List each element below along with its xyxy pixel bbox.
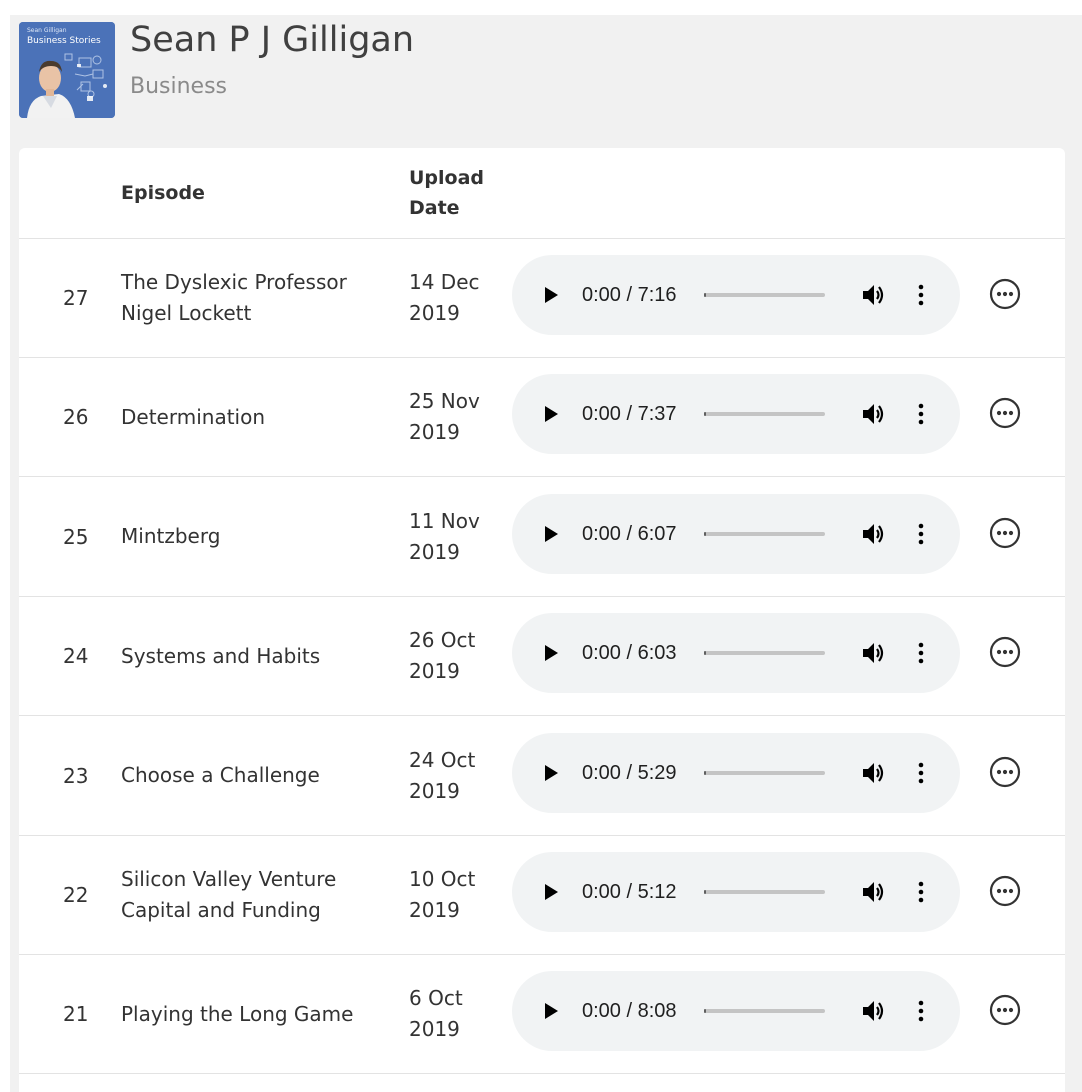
audio-player: 0:00 / 7:37: [512, 374, 960, 455]
episode-number: 22: [63, 883, 89, 907]
play-icon[interactable]: [545, 764, 558, 781]
table-row: 25 Mintzberg 11 Nov 2019 0:00 / 6:07: [19, 478, 1065, 597]
play-icon[interactable]: [545, 287, 558, 303]
seek-bar[interactable]: [704, 293, 825, 297]
seek-bar[interactable]: [704, 770, 825, 775]
more-options-icon[interactable]: [989, 636, 1021, 668]
podcast-cover-art: Sean Gilligan Business Stories: [19, 22, 115, 118]
table-row: 24 Systems and Habits 26 Oct 2019 0:00 /…: [19, 597, 1065, 717]
seek-bar-progress: [704, 293, 706, 297]
table-row: 23 Choose a Challenge 24 Oct 2019 0:00 /…: [19, 717, 1065, 836]
play-icon[interactable]: [545, 406, 558, 423]
playback-time: 0:00 / 7:16: [582, 284, 677, 306]
playback-time: 0:00 / 6:07: [582, 522, 677, 545]
playback-time: 0:00 / 5:29: [582, 761, 677, 784]
upload-date-column-header: Upload Date: [409, 167, 485, 219]
audio-player: 0:00 / 5:29: [512, 732, 960, 813]
volume-icon[interactable]: [860, 521, 886, 547]
table-header-row: Episode Upload Date: [19, 148, 1065, 239]
episode-title: Determination: [121, 404, 266, 429]
table-row: 22 Silicon Valley Venture Capital and Fu…: [19, 836, 1065, 955]
audio-player: 0:00 / 6:07: [512, 493, 960, 574]
seek-bar-progress: [704, 412, 706, 417]
more-options-icon[interactable]: [989, 397, 1021, 429]
volume-icon[interactable]: [860, 640, 886, 666]
episode-title: Mintzberg: [121, 524, 221, 549]
episode-number: 26: [63, 405, 89, 430]
kebab-menu-icon[interactable]: [913, 521, 929, 547]
table-row: 27 The Dyslexic Professor Nigel Lockett …: [19, 239, 1065, 358]
audio-player: 0:00 / 6:03: [512, 613, 960, 694]
playback-time: 0:00 / 8:08: [582, 1000, 677, 1023]
episode-number: 21: [63, 1002, 89, 1027]
playback-time: 0:00 / 7:37: [582, 403, 677, 426]
episode-title: Choose a Challenge: [121, 763, 320, 788]
seek-bar[interactable]: [704, 890, 825, 894]
table-row: 26 Determination 25 Nov 2019 0:00 / 7:37: [19, 358, 1065, 478]
seek-bar[interactable]: [704, 531, 825, 536]
episode-title: Systems and Habits: [121, 643, 321, 668]
table-row: 21 Playing the Long Game 6 Oct 2019 0:00…: [19, 955, 1065, 1075]
seek-bar[interactable]: [704, 412, 825, 417]
kebab-menu-icon[interactable]: [913, 879, 929, 905]
podcast-title: Sean P J Gilligan: [130, 20, 415, 60]
seek-bar[interactable]: [704, 651, 825, 656]
more-options-icon[interactable]: [989, 994, 1021, 1026]
kebab-menu-icon[interactable]: [913, 401, 929, 427]
seek-bar-progress: [704, 531, 706, 536]
volume-icon[interactable]: [860, 401, 886, 427]
cover-author-text: Sean Gilligan: [27, 27, 67, 34]
episode-upload-date: 26 Oct 2019: [409, 628, 476, 684]
play-icon[interactable]: [545, 1003, 558, 1020]
episode-number: 23: [63, 763, 89, 788]
kebab-menu-icon[interactable]: [913, 998, 929, 1024]
podcast-category: Business: [130, 74, 228, 99]
kebab-menu-icon[interactable]: [913, 282, 929, 308]
seek-bar-progress: [704, 770, 706, 775]
episode-upload-date: 6 Oct 2019: [409, 986, 463, 1042]
episode-table: Episode Upload Date 27 The Dyslexic Prof…: [19, 148, 1065, 1092]
episode-upload-date: 14 Dec 2019: [409, 270, 480, 325]
seek-bar-progress: [704, 890, 706, 894]
kebab-menu-icon[interactable]: [913, 640, 929, 666]
volume-icon[interactable]: [860, 879, 886, 905]
volume-icon[interactable]: [860, 282, 886, 308]
playback-time: 0:00 / 5:12: [582, 881, 677, 903]
volume-icon[interactable]: [860, 998, 886, 1024]
audio-player: 0:00 / 5:12: [512, 852, 960, 932]
episode-title: The Dyslexic Professor Nigel Lockett: [121, 270, 347, 325]
episode-upload-date: 11 Nov 2019: [409, 508, 480, 564]
more-options-icon[interactable]: [989, 756, 1021, 788]
episode-number: 27: [63, 286, 89, 310]
audio-player: 0:00 / 8:08: [512, 971, 960, 1052]
more-options-icon[interactable]: [989, 875, 1021, 907]
episode-number: 25: [63, 524, 89, 549]
audio-player: 0:00 / 7:16: [512, 255, 960, 335]
play-icon[interactable]: [545, 645, 558, 662]
episode-title: Playing the Long Game: [121, 1001, 354, 1026]
play-icon[interactable]: [545, 525, 558, 542]
seek-bar-progress: [704, 1009, 706, 1014]
more-options-icon[interactable]: [989, 278, 1021, 310]
cover-show-text: Business Stories: [27, 36, 101, 46]
episode-column-header: Episode: [121, 182, 205, 204]
episode-upload-date: 10 Oct 2019: [409, 867, 476, 922]
episode-upload-date: 24 Oct 2019: [409, 747, 476, 803]
seek-bar[interactable]: [704, 1009, 825, 1014]
playback-time: 0:00 / 6:03: [582, 642, 677, 665]
episode-number: 24: [63, 644, 89, 669]
seek-bar-progress: [704, 651, 706, 656]
episode-title: Silicon Valley Venture Capital and Fundi…: [121, 867, 337, 922]
episode-upload-date: 25 Nov 2019: [409, 389, 480, 445]
play-icon[interactable]: [545, 884, 558, 900]
kebab-menu-icon[interactable]: [913, 760, 929, 786]
volume-icon[interactable]: [860, 760, 886, 786]
more-options-icon[interactable]: [989, 517, 1021, 549]
